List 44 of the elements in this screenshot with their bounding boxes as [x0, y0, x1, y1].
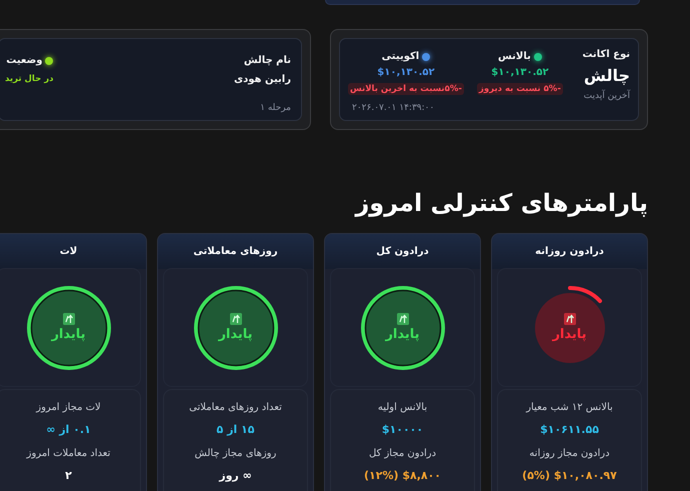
info-label: درادون مجاز کل — [368, 448, 436, 461]
section-title: پارامترهای کنترلی امروز — [354, 188, 648, 218]
metric-value: $۱۰,۱۳۰.۵۲ — [377, 67, 435, 78]
info-label: تعداد روزهای معاملاتی — [189, 402, 282, 415]
metric-label: بالانس — [498, 51, 531, 62]
card-header: درادون روزانه — [492, 234, 647, 269]
last-update-value: ۲۰۲۶.۰۷.۰۱ ۱۴:۳۹:۰۰ — [352, 103, 434, 113]
challenge-name-value: رابین هودی — [234, 74, 291, 85]
gauge-status: پایدار — [552, 327, 587, 342]
account-type-value: چالش — [584, 66, 630, 85]
arrow-icon — [396, 313, 408, 325]
info-label: درادون مجاز روزانه — [529, 448, 610, 461]
info-label: لات مجاز امروز — [36, 402, 101, 415]
gauge-status: پایدار — [218, 327, 253, 342]
arrow-icon — [230, 313, 242, 325]
info-value: $۸,۸۰۰ (۱۲%) — [364, 469, 442, 484]
account-type-label: نوع اکانت — [582, 49, 630, 60]
stage-label: مرحله ۱ — [260, 103, 291, 113]
info-label: بالانس اولیه — [378, 402, 428, 415]
info-value: $۱۰,۰۸۰.۹۷ (۵%) — [522, 469, 617, 484]
info-label: بالانس ۱۲ شب معیار — [526, 402, 613, 415]
info-value: $۱۰۰۰۰ — [382, 423, 424, 438]
info-label: روزهای مجاز چالش — [194, 448, 276, 461]
metric-label: اکوییتی — [382, 51, 420, 62]
gauge-status: پایدار — [385, 327, 420, 342]
change-badge: -۵%نسبت به اخرین بالانس — [348, 83, 464, 95]
info-value: $۱۰۶۱۱.۵۵ — [540, 423, 599, 438]
info-value: ۰.۱ از ∞ — [46, 423, 91, 438]
info-value: ۱۵ از ۵ — [216, 423, 254, 438]
card-header: درادون کل — [325, 234, 480, 269]
change-badge: -۵% نسبت به دیروز — [477, 83, 563, 95]
info-label: تعداد معاملات امروز — [26, 448, 110, 461]
card-header: لات — [0, 234, 146, 269]
status-label: وضعیت — [6, 55, 42, 66]
gauge-status: پایدار — [51, 327, 86, 342]
info-value: ۲ — [65, 469, 72, 484]
status-value: در حال ترید — [5, 74, 54, 84]
card-header: روزهای معاملاتی — [158, 234, 313, 269]
last-update-label: آخرین آپدیت — [584, 91, 630, 101]
metric-value: $۱۰,۱۳۰.۵۲ — [491, 67, 549, 78]
challenge-name-label: نام چالش — [244, 55, 291, 66]
arrow-icon — [564, 313, 576, 325]
info-value: ∞ روز — [219, 469, 252, 484]
arrow-icon — [62, 313, 74, 325]
